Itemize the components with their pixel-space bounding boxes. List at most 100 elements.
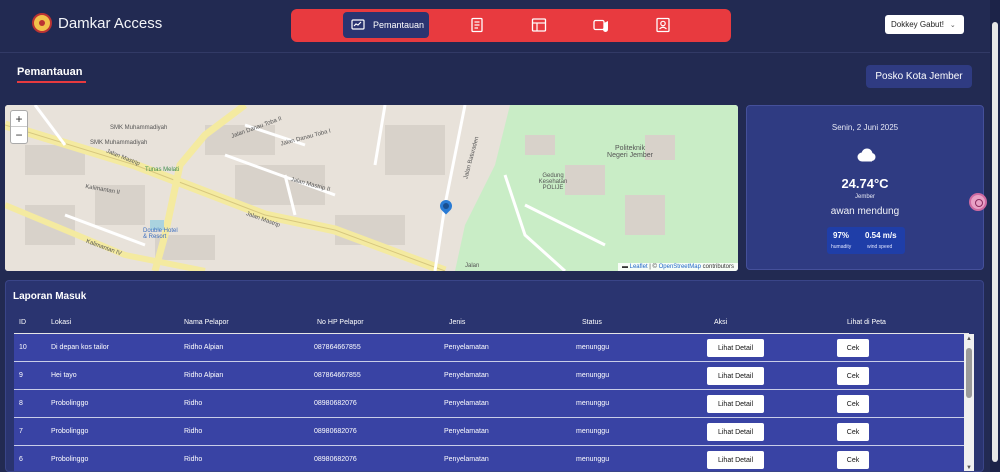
weather-temperature: 24.74°C [841, 176, 889, 191]
cloud-icon [857, 148, 876, 162]
cell-status: menunggu [576, 400, 610, 407]
cek-button[interactable]: Cek [837, 395, 869, 413]
detail-button[interactable]: Lihat Detail [707, 395, 764, 413]
map-label: Jalan [465, 263, 480, 269]
zoom-control: + − [10, 110, 28, 144]
cell-hp: 08980682076 [314, 428, 357, 435]
user-name: Dokkey Gabut! [891, 20, 944, 29]
cell-hp: 087864667855 [314, 372, 361, 379]
humidity-value: 97% [833, 231, 850, 240]
map-label: Double Hotel & Resort [143, 228, 178, 240]
page-title: Pemantauan [17, 66, 83, 78]
cell-hp: 08980682076 [314, 456, 357, 463]
column-header: Lihat di Peta [847, 319, 886, 326]
cek-button[interactable]: Cek [837, 367, 869, 385]
map-label: SMK Muhammadiyah [110, 125, 168, 131]
detail-button[interactable]: Lihat Detail [707, 339, 764, 357]
cell-hp: 08980682076 [314, 400, 357, 407]
detail-button[interactable]: Lihat Detail [707, 367, 764, 385]
cell-id: 6 [19, 456, 23, 463]
table-row: 8 Probolinggo Ridho 08980682076 Penyelam… [14, 390, 969, 418]
table-scrollbar[interactable]: ▲ ▼ [964, 334, 974, 471]
reports-title: Laporan Masuk [13, 291, 87, 302]
cell-nama: Ridho Alpian [184, 344, 224, 351]
table-body: 10 Di depan kos tailor Ridho Alpian 0878… [14, 334, 969, 471]
cell-jenis: Penyelamatan [444, 372, 489, 379]
table-header: ID Lokasi Nama Pelapor No HP Pelapor Jen… [14, 313, 976, 333]
cell-nama: Ridho Alpian [184, 372, 224, 379]
cell-nama: Ridho [184, 428, 203, 435]
scroll-up-icon[interactable]: ▲ [966, 336, 972, 342]
nav-item-pemantauan[interactable]: Pemantauan [343, 12, 429, 38]
flag-icon: ▬ [621, 264, 628, 270]
map-attribution: ▬ Leaflet | © OpenStreetMap contributors [617, 263, 738, 271]
detail-button[interactable]: Lihat Detail [707, 423, 764, 441]
map-label: Politeknik Negeri Jember [607, 145, 653, 159]
column-header: Jenis [449, 319, 466, 326]
cek-button[interactable]: Cek [837, 451, 869, 469]
cell-status: menunggu [576, 372, 610, 379]
page-scrollbar[interactable] [990, 0, 1000, 472]
monitor-chart-icon [351, 19, 365, 30]
osm-link[interactable]: OpenStreetMap [659, 264, 701, 270]
user-dropdown[interactable]: Dokkey Gabut! ⌄ [885, 15, 964, 34]
top-header: Damkar Access Pemantauan Dokkey Gabut! ⌄ [0, 0, 1000, 52]
scroll-down-icon[interactable]: ▼ [966, 465, 972, 471]
cell-lokasi: Di depan kos tailor [51, 344, 109, 351]
posko-button[interactable]: Posko Kota Jember [866, 65, 972, 88]
table-icon[interactable] [531, 17, 547, 33]
column-header: No HP Pelapor [317, 319, 364, 326]
cek-button[interactable]: Cek [837, 423, 869, 441]
cell-id: 9 [19, 372, 23, 379]
zoom-in-button[interactable]: + [11, 111, 27, 127]
header-divider [0, 52, 990, 53]
cek-button[interactable]: Cek [837, 339, 869, 357]
cell-id: 10 [19, 344, 27, 351]
video-add-icon[interactable] [593, 17, 609, 33]
weather-stats: 97% 0.54 m/s humadity wind speed [827, 227, 905, 254]
floating-widget-icon[interactable] [969, 193, 987, 211]
cell-jenis: Penyelamatan [444, 428, 489, 435]
cell-jenis: Penyelamatan [444, 456, 489, 463]
main-nav: Pemantauan [291, 9, 731, 42]
cell-status: menunggu [576, 456, 610, 463]
wind-value: 0.54 m/s [865, 231, 897, 240]
brand-name: Damkar Access [58, 15, 163, 32]
cell-status: menunggu [576, 428, 610, 435]
cell-jenis: Penyelamatan [444, 344, 489, 351]
map-label: Tunas Melati [145, 167, 180, 173]
damkar-logo-icon [32, 13, 52, 33]
cell-hp: 087864667855 [314, 344, 361, 351]
map-view[interactable]: Jalan Mastrip Jalan Mastrip Jalan Mastri… [5, 105, 738, 271]
reports-panel: Laporan Masuk ID Lokasi Nama Pelapor No … [5, 280, 984, 472]
chevron-down-icon: ⌄ [949, 21, 956, 29]
detail-button[interactable]: Lihat Detail [707, 451, 764, 469]
table-row: 7 Probolinggo Ridho 08980682076 Penyelam… [14, 418, 969, 446]
nav-item-label: Pemantauan [373, 20, 425, 30]
cell-jenis: Penyelamatan [444, 400, 489, 407]
attribution-tail: contributors [702, 264, 734, 270]
cell-id: 8 [19, 400, 23, 407]
map-label: Gedung Kesehatan POLIJE [538, 173, 568, 191]
weather-city: Jember [854, 194, 875, 200]
humidity-label: humadity [831, 244, 852, 250]
page-scrollbar-thumb[interactable] [992, 22, 998, 462]
cell-lokasi: Probolinggo [51, 400, 89, 407]
cell-lokasi: Probolinggo [51, 428, 89, 435]
weather-description: awan mendung [830, 206, 900, 217]
profile-card-icon[interactable] [655, 17, 671, 33]
title-underline [17, 81, 86, 83]
table-scrollbar-thumb[interactable] [966, 348, 972, 398]
column-header: Status [582, 319, 602, 326]
cell-status: menunggu [576, 344, 610, 351]
wind-label: wind speed [867, 244, 893, 250]
leaflet-link[interactable]: Leaflet [630, 264, 648, 270]
cell-lokasi: Probolinggo [51, 456, 89, 463]
cell-nama: Ridho [184, 400, 203, 407]
table-row: 6 Probolinggo Ridho 08980682076 Penyelam… [14, 446, 969, 471]
column-header: Aksi [714, 319, 728, 326]
weather-card: Senin, 2 Juni 2025 24.74°C Jember awan m… [746, 105, 984, 270]
document-icon[interactable] [469, 17, 485, 33]
zoom-out-button[interactable]: − [11, 127, 27, 143]
column-header: Lokasi [51, 319, 72, 326]
